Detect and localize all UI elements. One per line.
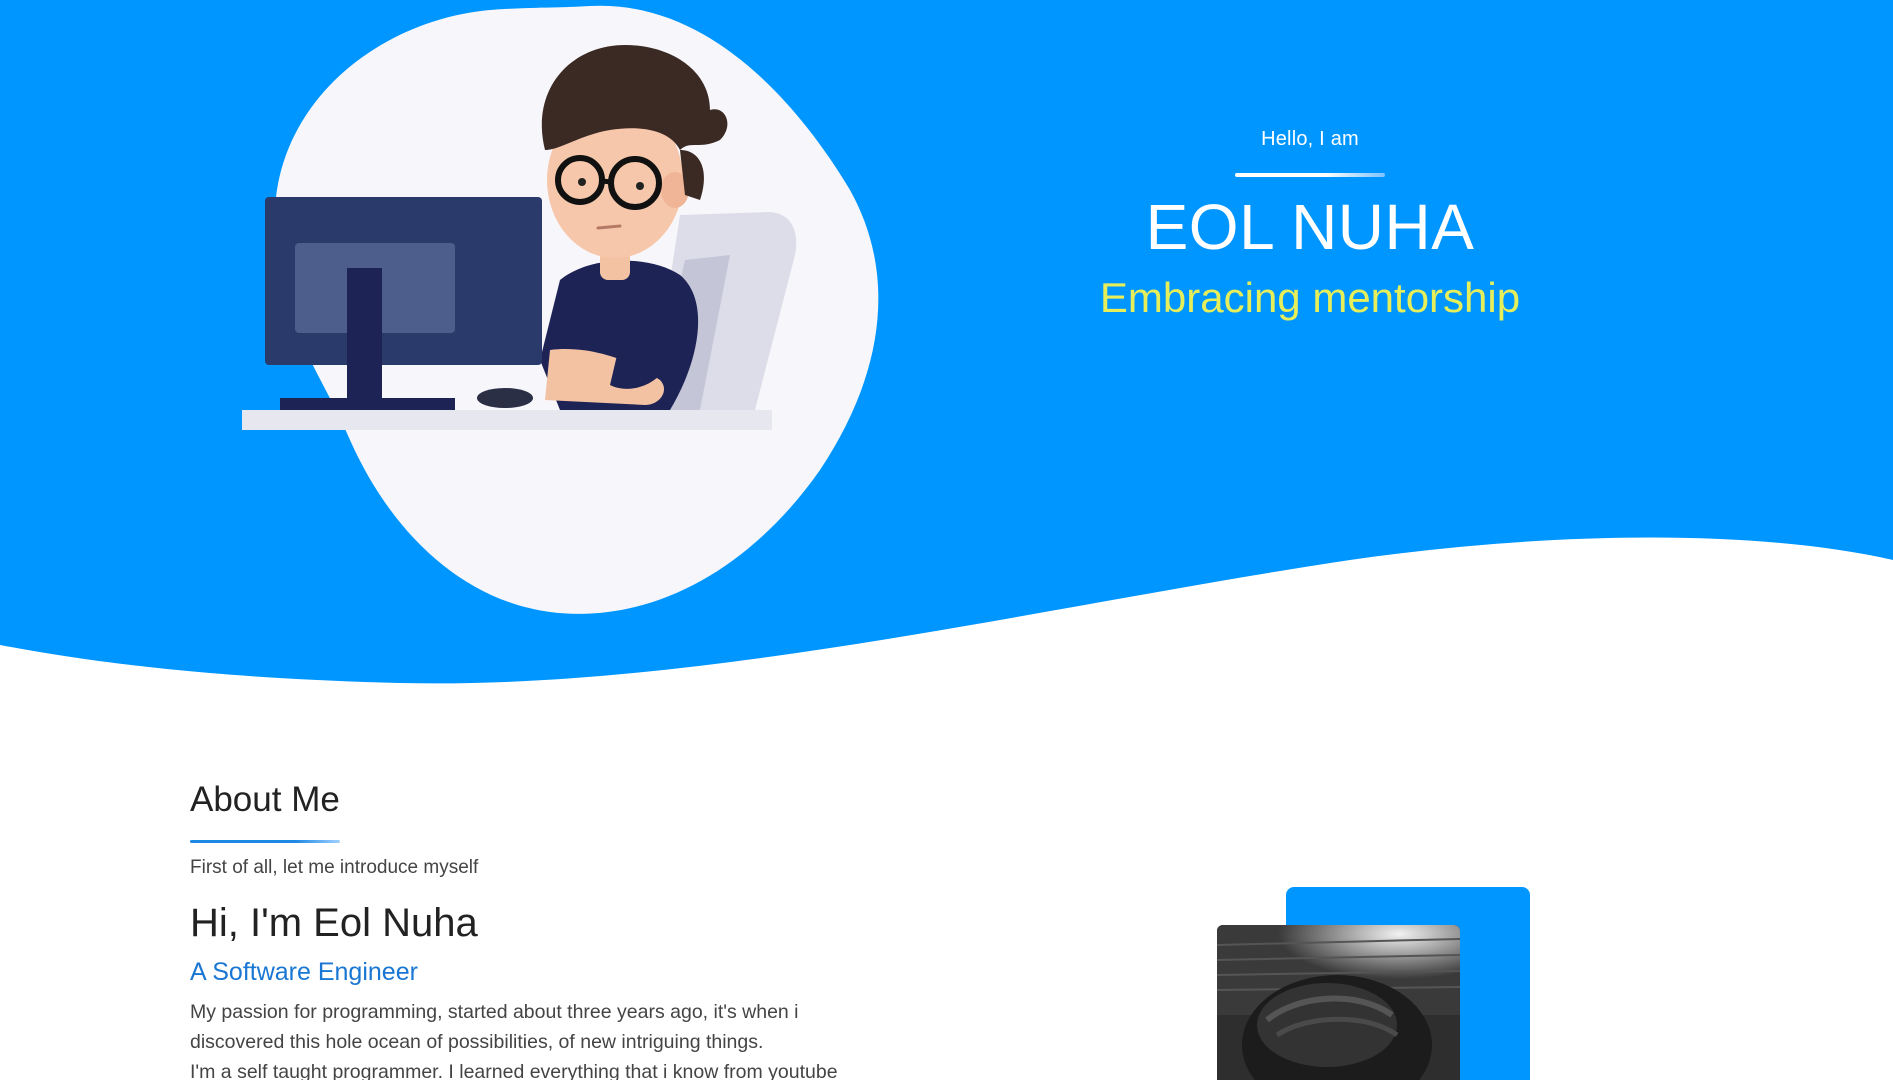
hero-divider [1235,173,1385,177]
profile-photo [1217,925,1460,1080]
about-role: A Software Engineer [190,958,418,986]
hero-greeting: Hello, I am [1261,128,1359,150]
about-description-line: My passion for programming, started abou… [190,1001,799,1023]
hero-text: Hello, I am EOL NUHA Embracing mentorshi… [1000,120,1620,322]
about-description: My passion for programming, started abou… [190,997,950,1080]
profile-photo-image [1217,925,1460,1080]
about-description-line: I'm a self taught programmer. I learned … [190,1061,838,1080]
developer-at-computer-illustration [242,5,879,614]
about-greeting: Hi, I'm Eol Nuha [190,901,478,945]
about-section: About Me First of all, let me introduce … [190,780,950,1080]
about-title: About Me [190,780,340,819]
about-title-underline [190,840,340,843]
hero-tagline: Embracing mentorship [1099,273,1521,321]
hero-name: EOL NUHA [1145,191,1475,263]
about-description-line: discovered this hole ocean of possibilit… [190,1031,764,1053]
portfolio-page: Hello, I am EOL NUHA Embracing mentorshi… [0,0,1893,1080]
about-intro: First of all, let me introduce myself [190,857,479,878]
